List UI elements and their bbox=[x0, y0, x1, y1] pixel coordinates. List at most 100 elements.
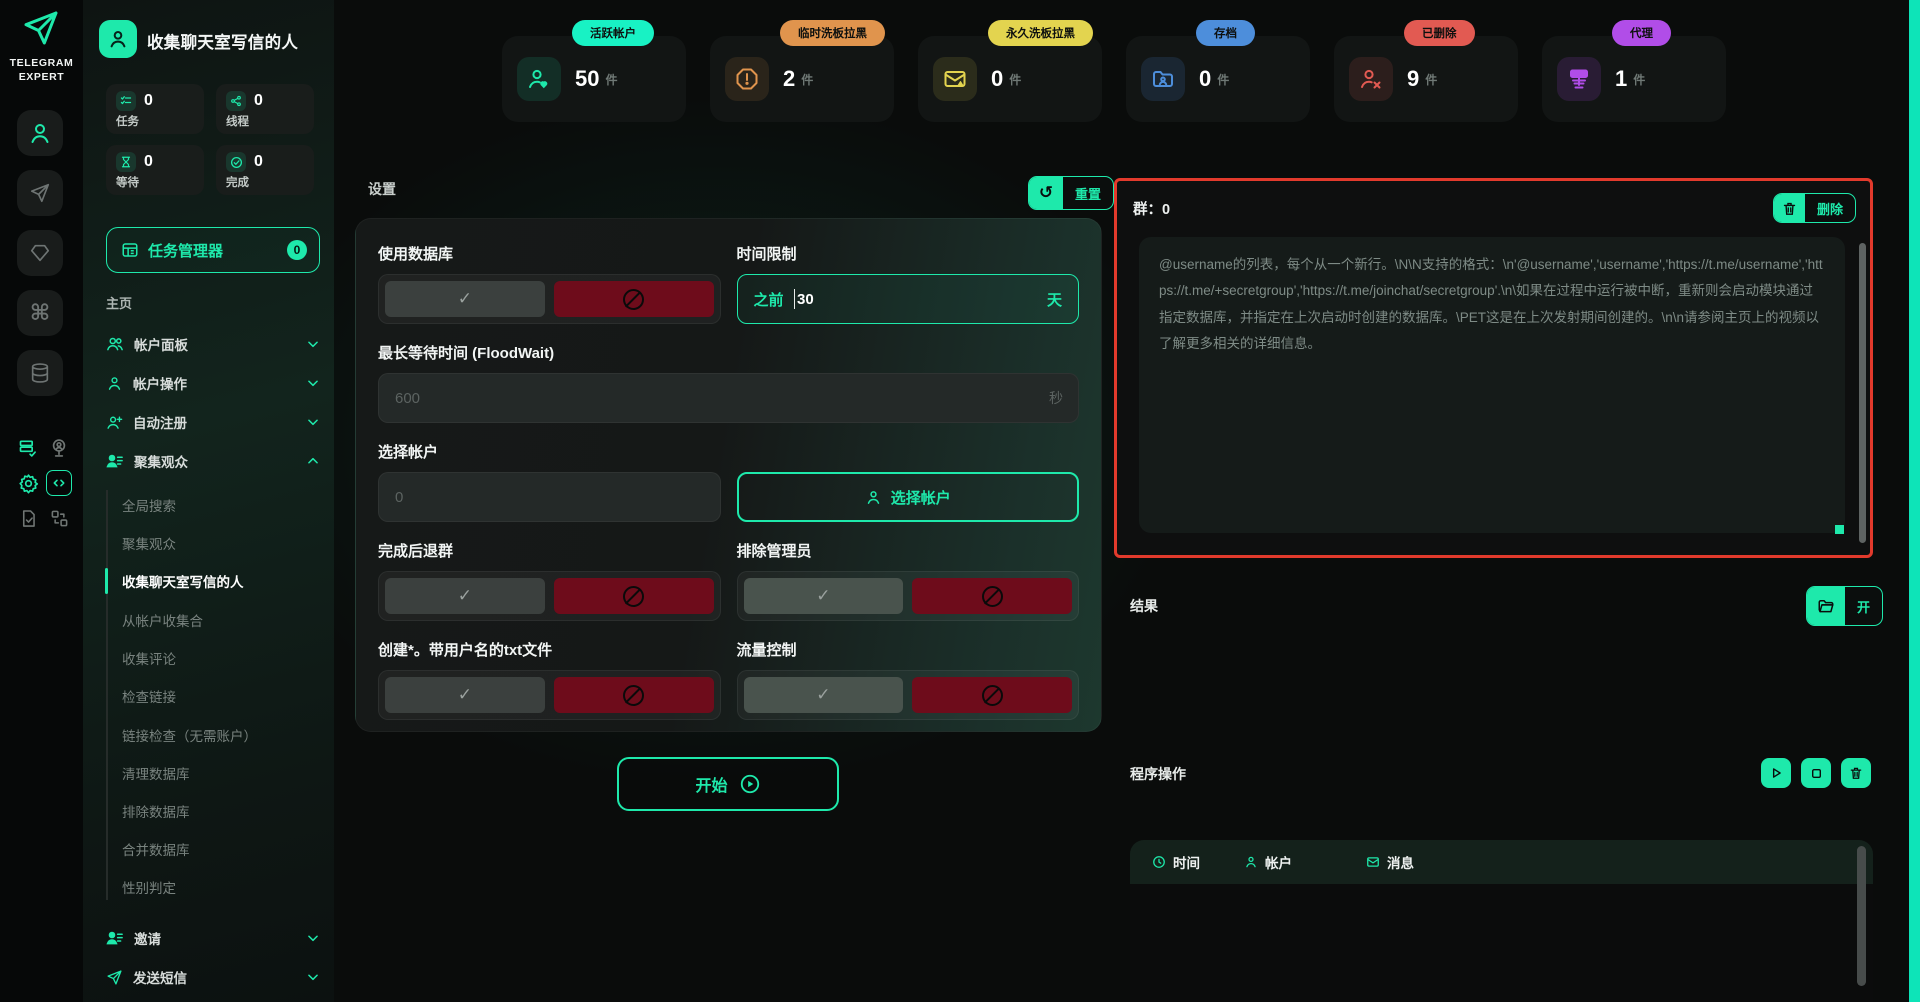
rail-accounts-button[interactable] bbox=[17, 110, 63, 156]
toggle-exclude-admins[interactable]: ✓ bbox=[736, 571, 1079, 621]
sidebar-item-account-ops[interactable]: 帐户操作 bbox=[106, 367, 320, 399]
task-manager-label: 任务管理器 bbox=[148, 242, 224, 260]
sidebar-item-invite[interactable]: 邀请 bbox=[106, 922, 320, 954]
icon-rail: TELEGRAM EXPERT ⌘ bbox=[0, 0, 83, 1002]
table-header: 时间 帐户 消息 bbox=[1130, 840, 1873, 884]
submenu-gather-audience[interactable]: 聚集观众 bbox=[122, 530, 322, 556]
rail-send-button[interactable] bbox=[17, 170, 63, 216]
submenu-clean-database[interactable]: 清理数据库 bbox=[122, 760, 322, 786]
column-time: 时间 bbox=[1130, 852, 1244, 872]
open-results-button[interactable]: 开 bbox=[1806, 586, 1884, 626]
submenu-global-search[interactable]: 全局搜索 bbox=[122, 492, 322, 518]
stat-value: 0 bbox=[144, 153, 153, 170]
toggle-create-txt[interactable]: ✓ bbox=[378, 670, 721, 720]
server-check-icon[interactable] bbox=[15, 435, 41, 461]
floodwait-input[interactable] bbox=[378, 373, 1079, 423]
sidebar-item-gather-audience[interactable]: 聚集观众 bbox=[106, 445, 320, 477]
submenu-merge-database[interactable]: 合并数据库 bbox=[122, 836, 322, 862]
check-icon: ✓ bbox=[457, 289, 472, 308]
diamond-icon bbox=[29, 242, 51, 264]
submenu-link-check-no-account[interactable]: 链接检查（无需账户） bbox=[122, 722, 322, 748]
swap-icon[interactable] bbox=[46, 505, 72, 531]
status-badge: 临时洗板拉黑 bbox=[780, 20, 885, 46]
toggle-leave-after-finish[interactable]: ✓ bbox=[378, 571, 721, 621]
rail-database-button[interactable] bbox=[17, 350, 63, 396]
stat-card-unit: 件 bbox=[1633, 72, 1646, 87]
start-button[interactable]: 开始 bbox=[617, 757, 839, 811]
submenu-gender-detect[interactable]: 性别判定 bbox=[122, 874, 322, 900]
page-title: 收集聊天室写信的人 bbox=[147, 34, 299, 52]
groups-panel: 群：0 删除 bbox=[1114, 178, 1873, 558]
toggle-yes-option[interactable]: ✓ bbox=[385, 578, 545, 614]
toggle-yes-option[interactable]: ✓ bbox=[385, 281, 545, 317]
toggle-no-option[interactable] bbox=[553, 578, 714, 614]
sidebar-item-account-panel[interactable]: 帐户面板 bbox=[106, 328, 320, 360]
field-label: 最长等待时间 (FloodWait) bbox=[378, 345, 555, 362]
reset-button[interactable]: ↺ 重置 bbox=[1028, 176, 1115, 210]
octagon-alert-icon bbox=[725, 57, 769, 101]
toggle-no-option[interactable] bbox=[553, 281, 714, 317]
groups-textarea[interactable] bbox=[1139, 237, 1845, 533]
field-label: 创建*。带用户名的txt文件 bbox=[378, 642, 553, 659]
toggle-yes-option[interactable]: ✓ bbox=[385, 677, 545, 713]
results-label: 结果 bbox=[1130, 598, 1158, 614]
submenu-exclude-database[interactable]: 排除数据库 bbox=[122, 798, 322, 824]
support-person-icon[interactable] bbox=[46, 435, 72, 461]
checklist-icon bbox=[116, 91, 136, 111]
play-circle-icon bbox=[739, 773, 761, 795]
submenu-collect-comments[interactable]: 收集评论 bbox=[122, 645, 322, 671]
toggle-traffic-control[interactable]: ✓ bbox=[736, 670, 1079, 720]
proxy-server-icon bbox=[1557, 57, 1601, 101]
run-button[interactable] bbox=[1761, 758, 1791, 788]
document-check-icon[interactable] bbox=[15, 505, 41, 531]
submenu-collect-from-account[interactable]: 从帐户收集合 bbox=[122, 607, 322, 633]
sidebar-item-send-sms[interactable]: 发送短信 bbox=[106, 961, 320, 993]
block-icon bbox=[623, 585, 645, 607]
status-badge: 永久洗板拉黑 bbox=[988, 20, 1093, 46]
block-icon bbox=[623, 684, 645, 706]
toggle-no-option[interactable] bbox=[553, 677, 714, 713]
stat-cards-row: 活跃帐户 50 件 临时洗板拉黑 2 件 永久洗板拉黑 0 件 存档 0 件 已… bbox=[502, 20, 1726, 122]
stat-card-active: 活跃帐户 50 件 bbox=[502, 20, 686, 122]
select-account-button[interactable]: 选择帐户 bbox=[736, 472, 1079, 522]
toggle-yes-option[interactable]: ✓ bbox=[743, 677, 904, 713]
sidebar-item-auto-register[interactable]: 自动注册 bbox=[106, 406, 320, 438]
sidebar-item-home[interactable]: 主页 bbox=[106, 293, 132, 312]
toggle-yes-option[interactable]: ✓ bbox=[743, 578, 904, 614]
resize-handle[interactable] bbox=[1835, 525, 1844, 534]
account-count-input[interactable] bbox=[378, 472, 721, 522]
panel-scrollbar[interactable] bbox=[1859, 243, 1866, 543]
submenu-check-links[interactable]: 检查链接 bbox=[122, 683, 322, 709]
field-label: 流量控制 bbox=[736, 642, 797, 659]
rail-premium-button[interactable] bbox=[17, 230, 63, 276]
stat-waiting: 0 等待 bbox=[106, 145, 204, 195]
page-scrollbar[interactable] bbox=[1909, 0, 1920, 1002]
stop-button[interactable] bbox=[1801, 758, 1831, 788]
refresh-icon: ↺ bbox=[1029, 177, 1063, 209]
send-icon bbox=[106, 969, 123, 986]
submenu-collect-chat-writers[interactable]: 收集聊天室写信的人 bbox=[122, 568, 322, 594]
clear-log-button[interactable] bbox=[1841, 758, 1871, 788]
toggle-no-option[interactable] bbox=[912, 578, 1072, 614]
toggle-no-option[interactable] bbox=[912, 677, 1072, 713]
gear-icon[interactable] bbox=[15, 470, 41, 496]
task-manager-button[interactable]: 任务管理器 0 bbox=[106, 227, 320, 273]
person-plus-icon bbox=[106, 414, 123, 431]
check-icon: ✓ bbox=[457, 685, 472, 704]
code-window-icon[interactable] bbox=[46, 470, 72, 496]
person-list-icon bbox=[106, 452, 124, 470]
stat-card-perm-ban: 永久洗板拉黑 0 件 bbox=[918, 20, 1102, 122]
delete-button[interactable]: 删除 bbox=[1772, 193, 1856, 223]
input-suffix: 秒 bbox=[1049, 390, 1063, 406]
toggle-use-database[interactable]: ✓ bbox=[378, 274, 721, 324]
stat-card-value: 50 bbox=[575, 66, 600, 91]
settings-panel: 使用数据库 ✓ 时间限制 之前 30 天 最长等待时间 (FloodWait) bbox=[355, 218, 1102, 732]
check-icon: ✓ bbox=[457, 586, 472, 605]
stat-card-value: 2 bbox=[783, 66, 796, 91]
table-scrollbar[interactable] bbox=[1857, 846, 1866, 986]
time-limit-input[interactable]: 之前 30 天 bbox=[736, 274, 1079, 324]
submenu-guide-line bbox=[106, 490, 108, 900]
rail-command-button[interactable]: ⌘ bbox=[17, 290, 63, 336]
stat-card-value: 9 bbox=[1407, 66, 1420, 91]
field-label: 完成后退群 bbox=[378, 543, 454, 560]
